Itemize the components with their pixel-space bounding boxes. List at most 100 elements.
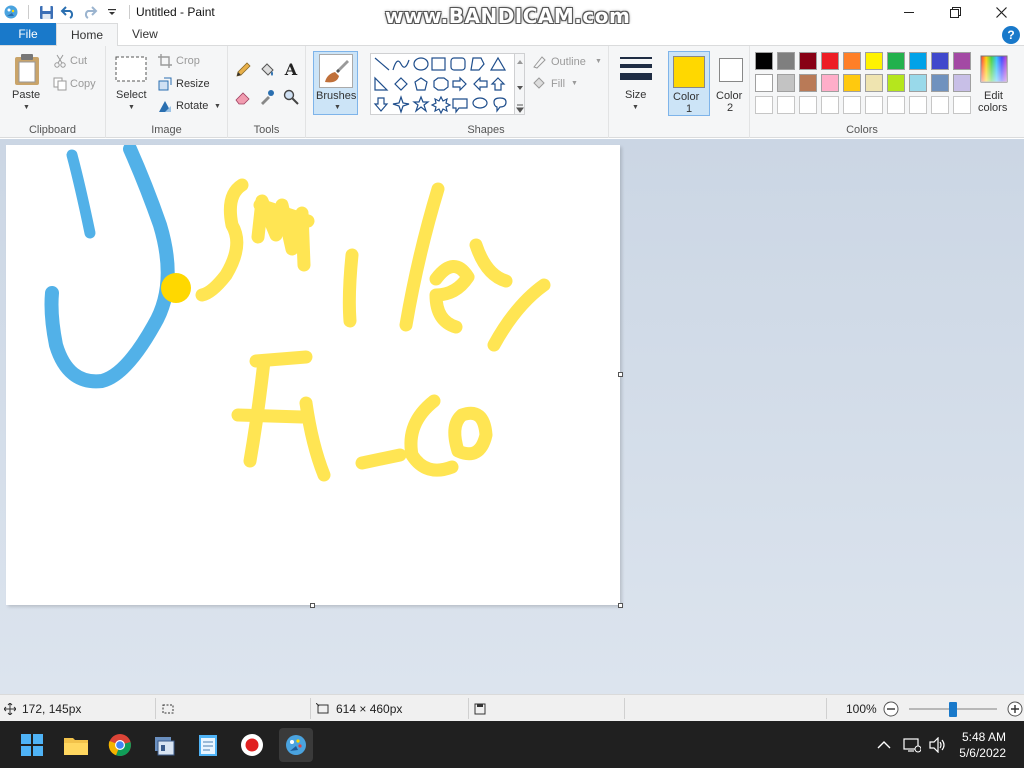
paste-dropdown-icon[interactable]: ▼ [23,104,30,111]
app-icon[interactable] [147,728,181,762]
canvas-resize-handle-bottom[interactable] [310,603,315,608]
notepad-icon[interactable] [191,728,225,762]
rotate-icon[interactable] [157,98,173,114]
outline-dropdown-icon[interactable]: ▼ [595,58,602,65]
color1-button[interactable]: Color 1 [668,51,710,116]
custom-color-slot[interactable] [865,96,883,114]
palette-swatch[interactable] [909,74,927,92]
custom-color-slot[interactable] [799,96,817,114]
palette-swatch[interactable] [799,52,817,70]
network-icon[interactable] [903,737,922,753]
palette-swatch[interactable] [931,52,949,70]
custom-color-slot[interactable] [755,96,773,114]
minimize-button[interactable] [886,0,932,24]
custom-color-slot[interactable] [777,96,795,114]
fill-dropdown-icon[interactable]: ▼ [571,80,578,87]
file-explorer-icon[interactable] [59,728,93,762]
outline-label[interactable]: Outline [551,56,586,68]
select-dropdown-icon[interactable]: ▼ [128,104,135,111]
redo-icon[interactable] [81,3,99,21]
palette-swatch[interactable] [777,52,795,70]
select-label[interactable]: Select [116,89,147,101]
save-icon[interactable] [37,3,55,21]
crop-label[interactable]: Crop [176,55,200,67]
palette-swatch[interactable] [887,74,905,92]
palette-swatch[interactable] [953,74,971,92]
rotate-dropdown-icon[interactable]: ▼ [214,103,221,110]
palette-swatch[interactable] [931,74,949,92]
brushes-button[interactable]: Brushes ▼ [313,51,358,115]
select-icon[interactable] [114,54,148,84]
palette-swatch[interactable] [887,52,905,70]
tab-home[interactable]: Home [56,23,119,46]
drawing-canvas[interactable] [6,142,620,605]
palette-swatch[interactable] [755,52,773,70]
text-tool-icon[interactable]: A [282,60,300,79]
chrome-icon[interactable] [103,728,137,762]
copy-icon[interactable] [52,76,68,92]
palette-swatch[interactable] [777,74,795,92]
chevron-up-icon[interactable] [877,740,891,750]
paint-app-icon[interactable] [2,3,20,21]
cut-label[interactable]: Cut [70,55,87,67]
palette-swatch[interactable] [843,74,861,92]
palette-swatch[interactable] [953,52,971,70]
help-icon[interactable]: ? [1002,26,1020,44]
palette-swatch[interactable] [843,52,861,70]
tab-file[interactable]: File [0,23,56,45]
resize-icon[interactable] [157,76,173,92]
custom-color-slot[interactable] [821,96,839,114]
record-icon[interactable] [235,728,269,762]
crop-icon[interactable] [157,53,173,69]
size-label[interactable]: Size [625,89,646,101]
outline-icon[interactable] [531,54,547,70]
shapes-gallery[interactable] [370,53,515,115]
tab-view[interactable]: View [118,23,172,45]
canvas-resize-handle-right[interactable] [618,372,623,377]
fill-icon[interactable] [531,76,547,92]
customize-quick-access-icon[interactable] [103,3,121,21]
palette-swatch[interactable] [821,52,839,70]
size-dropdown-icon[interactable]: ▼ [632,104,639,111]
paste-icon[interactable] [10,52,44,88]
palette-swatch[interactable] [909,52,927,70]
palette-swatch[interactable] [865,52,883,70]
palette-swatch[interactable] [755,74,773,92]
zoom-in-icon[interactable] [1007,701,1023,717]
volume-icon[interactable] [929,736,947,753]
paint-icon[interactable] [279,728,313,762]
rotate-label[interactable]: Rotate [176,100,208,112]
zoom-out-icon[interactable] [883,701,899,717]
palette-swatch[interactable] [821,74,839,92]
zoom-slider-thumb[interactable] [948,701,957,717]
custom-color-slot[interactable] [931,96,949,114]
cut-icon[interactable] [52,53,68,69]
size-group[interactable]: Size ▼ [609,46,663,138]
custom-color-slot[interactable] [887,96,905,114]
undo-icon[interactable] [59,3,77,21]
magnifier-icon[interactable] [282,88,300,106]
custom-color-slot[interactable] [843,96,861,114]
custom-color-slot[interactable] [953,96,971,114]
palette-swatch[interactable] [865,74,883,92]
clock[interactable]: 5:48 AM 5/6/2022 [959,729,1006,761]
resize-label[interactable]: Resize [176,78,210,90]
pencil-icon[interactable] [234,61,252,79]
color-picker-icon[interactable] [258,88,276,106]
paste-label[interactable]: Paste [12,89,40,101]
canvas-resize-handle-corner[interactable] [618,603,623,608]
eraser-icon[interactable] [234,88,252,106]
copy-label[interactable]: Copy [70,78,96,90]
restore-button[interactable] [932,0,978,24]
color2-button[interactable]: Color 2 [713,51,747,116]
palette-swatch[interactable] [799,74,817,92]
fill-bucket-icon[interactable] [258,61,276,79]
shapes-scrollbar[interactable] [515,53,525,115]
start-icon[interactable] [15,728,49,762]
size-icon[interactable] [619,54,653,84]
fill-label[interactable]: Fill [551,78,565,90]
close-button[interactable] [978,0,1024,24]
edit-colors-button[interactable]: Edit colors [975,51,1015,117]
custom-color-slot[interactable] [909,96,927,114]
zoom-slider[interactable] [905,701,1001,717]
